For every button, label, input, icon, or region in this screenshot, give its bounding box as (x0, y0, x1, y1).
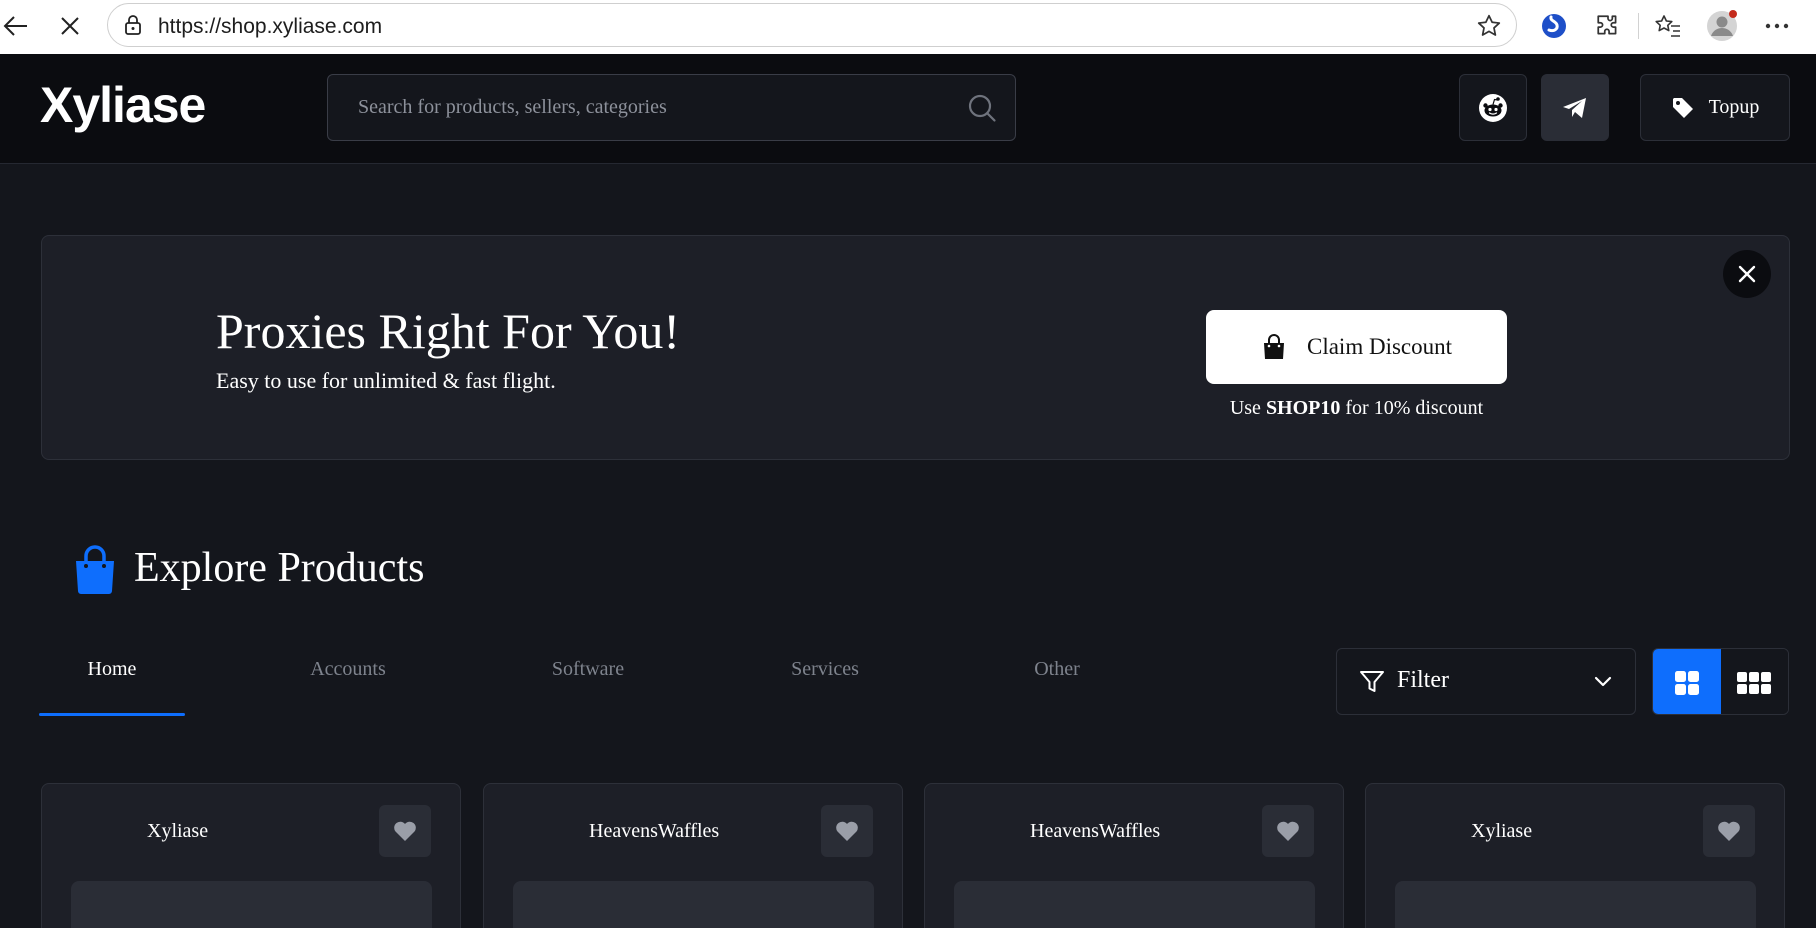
filter-label: Filter (1397, 667, 1449, 693)
discount-note-prefix: Use (1229, 397, 1266, 419)
extensions-button[interactable] (1588, 6, 1628, 46)
extensions-icon (1597, 15, 1617, 35)
tab-other[interactable]: Other (984, 640, 1130, 716)
filter-funnel-icon (1360, 671, 1384, 692)
promo-banner: Proxies Right For You! Easy to use for u… (41, 235, 1790, 460)
product-thumbnail[interactable] (71, 881, 432, 928)
favorite-button[interactable] (821, 805, 873, 857)
product-thumbnail[interactable] (513, 881, 874, 928)
more-icon (1765, 23, 1789, 29)
site-header: Xyliase Topup (0, 54, 1816, 164)
product-card[interactable]: HeavensWaffles (483, 783, 903, 928)
grid-view-small-button[interactable] (1720, 649, 1788, 714)
discount-code: SHOP10 (1265, 397, 1341, 419)
more-button[interactable] (1757, 6, 1797, 46)
view-toggle (1652, 648, 1789, 715)
telegram-button[interactable] (1541, 74, 1609, 141)
tab-accounts[interactable]: Accounts (275, 640, 421, 716)
favorite-star-icon[interactable] (1476, 13, 1502, 44)
grid-3-icon (1737, 671, 1772, 694)
toolbar-separator (1638, 13, 1639, 39)
profile-button[interactable] (1702, 6, 1742, 46)
favorite-button[interactable] (1703, 805, 1755, 857)
reddit-icon (1479, 93, 1507, 122)
product-thumbnail[interactable] (1395, 881, 1756, 928)
explore-title: Explore Products (134, 545, 425, 591)
site-logo[interactable]: Xyliase (40, 76, 206, 134)
product-thumbnail[interactable] (954, 881, 1315, 928)
search-input[interactable] (328, 75, 948, 140)
shopping-bag-icon (76, 545, 114, 594)
heart-icon (394, 821, 416, 841)
heart-icon (1718, 821, 1740, 841)
claim-discount-button[interactable]: Claim Discount (1206, 310, 1507, 384)
tab-home[interactable]: Home (39, 640, 185, 716)
grid-2-icon (1674, 670, 1699, 695)
favorite-button[interactable] (1262, 805, 1314, 857)
copilot-button[interactable] (1534, 6, 1574, 46)
stop-loading-button[interactable] (50, 6, 90, 46)
tab-software[interactable]: Software (515, 640, 661, 716)
claim-discount-label: Claim Discount (1306, 334, 1453, 359)
profile-avatar-icon (1707, 10, 1737, 41)
favorite-button[interactable] (379, 805, 431, 857)
topup-label: Topup (1708, 96, 1760, 118)
browser-chrome: https://shop.xyliase.com (0, 0, 1816, 54)
copilot-icon (1542, 14, 1566, 38)
address-bar[interactable]: https://shop.xyliase.com (107, 3, 1517, 47)
product-grid: Xyliase HeavensWaffles HeavensWaffles Xy… (41, 783, 1790, 928)
product-card[interactable]: Xyliase (41, 783, 461, 928)
product-seller[interactable]: HeavensWaffles (1030, 820, 1160, 843)
back-arrow-icon (3, 16, 27, 36)
tag-icon (1672, 97, 1693, 118)
topup-button[interactable]: Topup (1640, 74, 1790, 141)
lock-icon (124, 15, 142, 40)
product-seller[interactable]: Xyliase (147, 820, 208, 843)
reddit-button[interactable] (1459, 74, 1527, 141)
chevron-down-icon (1594, 676, 1612, 687)
favorites-button[interactable] (1648, 6, 1688, 46)
close-banner-button[interactable] (1723, 250, 1771, 298)
product-seller[interactable]: Xyliase (1471, 820, 1532, 843)
telegram-icon (1563, 97, 1586, 118)
product-card[interactable]: Xyliase (1365, 783, 1785, 928)
product-seller[interactable]: HeavensWaffles (589, 820, 719, 843)
favorites-icon (1655, 15, 1680, 37)
heart-icon (836, 821, 858, 841)
discount-note: Use SHOP10 for 10% discount (1206, 397, 1507, 420)
filter-dropdown[interactable]: Filter (1336, 648, 1636, 715)
search-box[interactable] (327, 74, 1016, 141)
banner-title: Proxies Right For You! (216, 303, 680, 359)
back-button[interactable] (0, 6, 36, 46)
heart-icon (1277, 821, 1299, 841)
close-icon (1738, 265, 1756, 283)
shopping-bag-icon (1263, 334, 1284, 359)
stop-loading-icon (61, 17, 79, 35)
product-card[interactable]: HeavensWaffles (924, 783, 1344, 928)
search-icon[interactable] (967, 93, 997, 128)
discount-note-suffix: for 10% discount (1340, 397, 1484, 419)
tab-services[interactable]: Services (752, 640, 898, 716)
grid-view-large-button[interactable] (1653, 649, 1721, 714)
banner-subtitle: Easy to use for unlimited & fast flight. (216, 368, 556, 393)
url-text[interactable]: https://shop.xyliase.com (158, 15, 382, 39)
